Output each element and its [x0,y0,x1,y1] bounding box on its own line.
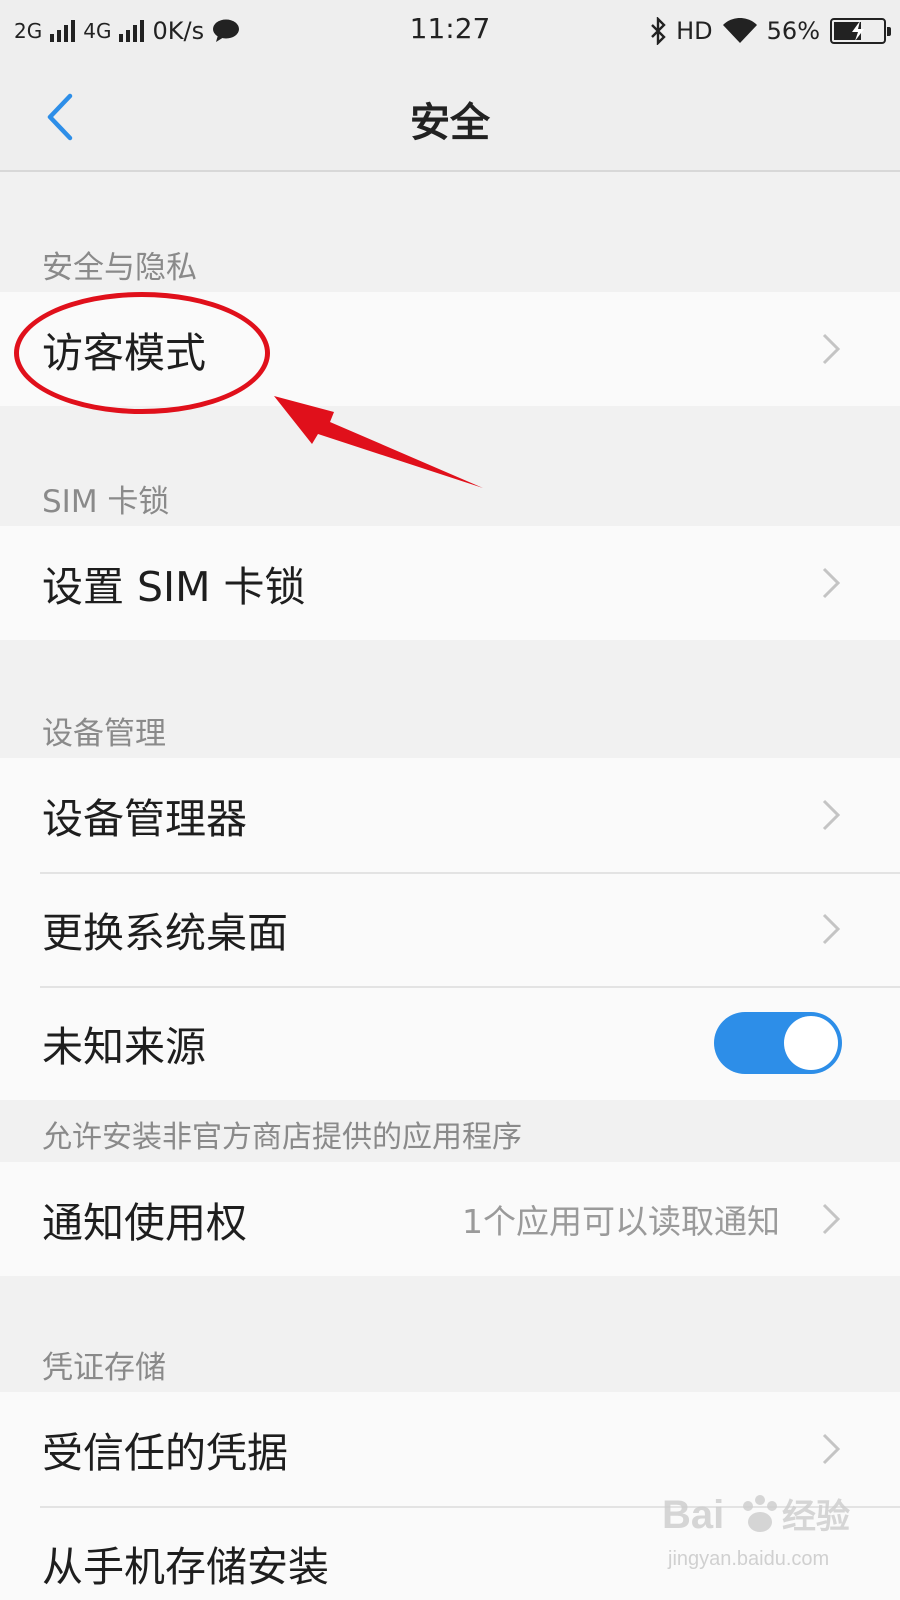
row-label: 未知来源 [42,1023,206,1071]
section-title-credential: 凭证存储 [42,1350,166,1386]
page-title: 安全 [410,100,490,146]
signal-icon [119,20,145,42]
signal-icon [50,20,76,42]
notification-access-row[interactable]: 通知使用权 1个应用可以读取通知 [0,1162,900,1276]
row-label: 从手机存储安装 [42,1543,329,1591]
unknown-sources-toggle[interactable] [714,1012,842,1074]
hd-label: HD [676,17,713,45]
device-admin-row[interactable]: 设备管理器 [0,758,900,872]
group-device: 设备管理器 更换系统桌面 未知来源 [0,758,900,1100]
group-sim: 设置 SIM 卡锁 [0,526,900,640]
row-label: 设置 SIM 卡锁 [42,563,306,611]
baidu-paw-logo-icon: Bai 经验 [662,1493,850,1537]
row-label: 更换系统桌面 [42,909,288,957]
row-label: 通知使用权 [42,1199,247,1247]
change-launcher-row[interactable]: 更换系统桌面 [0,872,900,986]
row-label: 受信任的凭据 [42,1429,288,1477]
chevron-right-icon [822,913,841,945]
chevron-right-icon [822,1203,841,1235]
sim-lock-row[interactable]: 设置 SIM 卡锁 [0,526,900,640]
chevron-right-icon [822,799,841,831]
row-label: 设备管理器 [42,795,247,843]
watermark-url: jingyan.baidu.com [668,1548,830,1570]
back-button[interactable] [40,90,90,144]
charging-bolt-icon [852,21,864,41]
unknown-sources-hint: 允许安装非官方商店提供的应用程序 [42,1120,522,1155]
battery-percent: 56% [766,17,820,45]
network-type-1: 2G [14,19,43,43]
row-value: 1个应用可以读取通知 [462,1202,780,1241]
chevron-right-icon [822,567,841,599]
svg-text:Bai: Bai [662,1493,724,1537]
status-bar: 2G 4G 0K/s 11:27 HD 56% [0,0,900,62]
section-title-privacy: 安全与隐私 [42,250,197,286]
network-type-2: 4G [83,19,112,43]
section-title-sim: SIM 卡锁 [42,484,170,520]
annotation-circle [14,292,270,414]
app-header: 安全 [0,62,900,172]
chevron-right-icon [822,333,841,365]
baidu-watermark: Bai 经验 jingyan.baidu.com [662,1486,862,1576]
unknown-sources-row: 未知来源 [0,986,900,1100]
toggle-knob [784,1016,838,1070]
battery-icon [830,18,891,44]
wifi-icon [722,18,757,43]
section-title-device: 设备管理 [42,716,166,752]
svg-text:经验: 经验 [782,1497,850,1537]
network-speed: 0K/s [152,17,205,45]
message-icon [213,19,240,42]
group-notify: 通知使用权 1个应用可以读取通知 [0,1162,900,1276]
bluetooth-icon [651,17,666,45]
chevron-right-icon [822,1433,841,1465]
annotation-arrow-icon [274,396,483,488]
